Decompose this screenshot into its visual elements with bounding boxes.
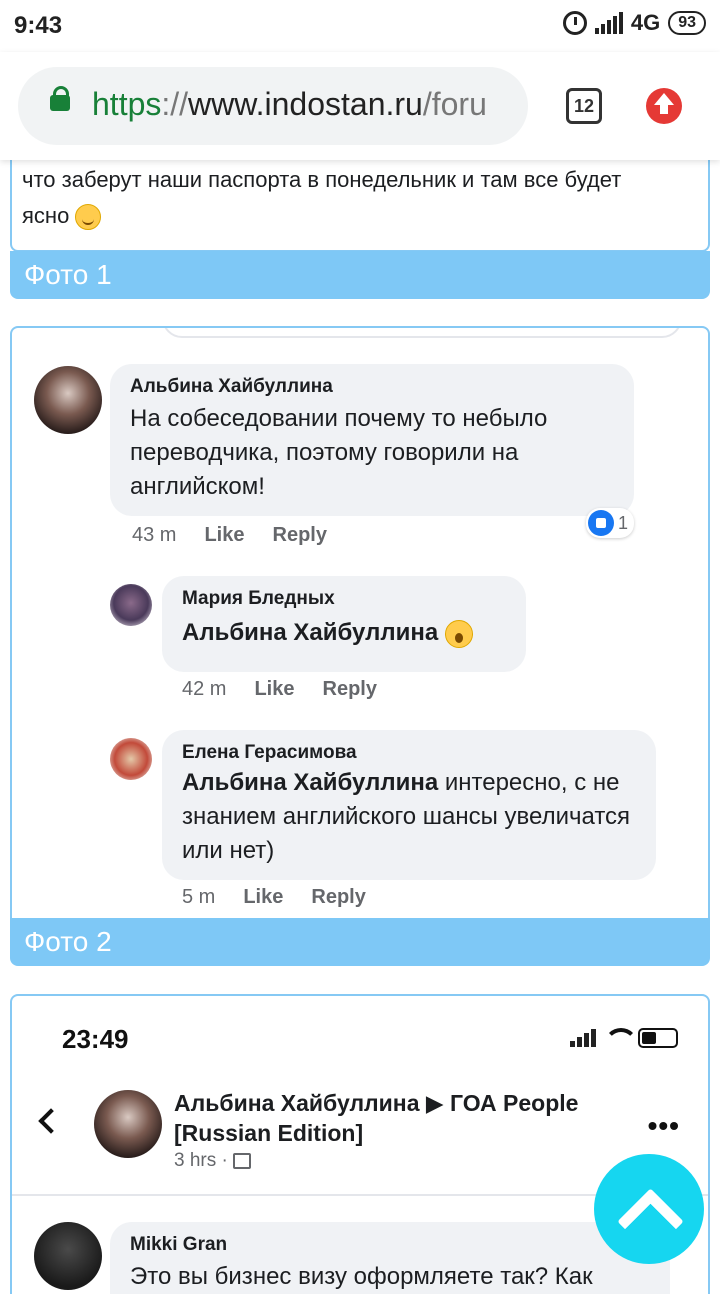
comment-author[interactable]: Мария Бледных — [182, 588, 506, 610]
comment-time: 42 m — [182, 678, 227, 700]
status-icons: 4G 93 — [562, 10, 706, 36]
lock-icon — [50, 86, 70, 111]
comment-author[interactable]: Альбина Хайбуллина — [130, 376, 614, 398]
photo-caption-1: Фото 1 — [10, 251, 710, 299]
clock: 9:43 — [14, 12, 63, 39]
avatar[interactable] — [110, 584, 152, 626]
post-author[interactable]: Альбина Хайбуллина ▶ ГОА People [Russian… — [174, 1088, 624, 1148]
group-icon — [233, 1152, 252, 1169]
tab-switcher-button[interactable]: 12 — [566, 88, 602, 124]
wow-emoji-icon — [444, 619, 473, 648]
battery-icon: 93 — [668, 11, 706, 35]
comment-bubble: Мария Бледных Альбина Хайбуллина — [162, 576, 526, 672]
comment-author[interactable]: Елена Герасимова — [182, 742, 636, 764]
comment-actions: 43 m Like Reply — [132, 524, 327, 547]
screenshot-clock: 23:49 — [62, 1024, 129, 1054]
comment-bubble: Елена Герасимова Альбина Хайбуллина инте… — [162, 730, 656, 880]
reply-button[interactable]: Reply — [323, 678, 377, 701]
alarm-icon — [562, 11, 587, 35]
browser-toolbar: https://www.indostan.ru/foru 12 — [0, 52, 720, 160]
avatar[interactable] — [34, 366, 102, 434]
smile-emoji-icon — [75, 204, 102, 231]
status-bar: 9:43 4G 93 — [0, 0, 720, 52]
reaction-count[interactable]: 1 — [586, 508, 635, 538]
comment-text: На собеседовании почему то небыло перево… — [130, 405, 548, 500]
comment-bubble: Альбина Хайбуллина На собеседовании поче… — [110, 364, 634, 516]
photo-2-panel: 23:49 Альбина Хайбуллина ▶ ГОА People [R… — [10, 994, 710, 1294]
network-type: 4G — [630, 10, 661, 35]
comment-time: 5 m — [182, 886, 216, 908]
reply-button[interactable]: Reply — [273, 524, 327, 547]
comment-author[interactable]: Mikki Gran — [130, 1234, 650, 1256]
comment-time: 43 m — [132, 524, 177, 546]
signal-icon — [594, 12, 623, 34]
mention-link[interactable]: Альбина Хайбуллина — [182, 769, 438, 796]
battery-icon — [638, 1028, 678, 1048]
mention-link[interactable]: Альбина Хайбуллина — [182, 619, 438, 646]
comment-text: Это вы бизнес визу оформляете так? Как — [130, 1263, 593, 1290]
signal-icon — [570, 1029, 596, 1047]
previous-bubble-edge — [162, 328, 682, 338]
post-time: 3 hrs · — [174, 1150, 252, 1172]
comment-text: Альбина Хайбуллина — [182, 616, 506, 650]
reply-button[interactable]: Reply — [311, 886, 365, 909]
comment-bubble: Mikki Gran Это вы бизнес визу оформляете… — [110, 1222, 670, 1294]
avatar[interactable] — [110, 738, 152, 780]
like-button[interactable]: Like — [243, 886, 283, 909]
upload-icon[interactable] — [646, 88, 682, 124]
like-button[interactable]: Like — [204, 524, 244, 547]
more-options-icon[interactable]: ••• — [648, 1110, 680, 1142]
wifi-icon — [604, 1028, 638, 1048]
address-bar[interactable]: https://www.indostan.ru/foru — [18, 67, 528, 145]
avatar[interactable] — [94, 1090, 162, 1158]
comment-text: Альбина Хайбуллина интересно, с не знани… — [182, 769, 631, 864]
like-button[interactable]: Like — [254, 678, 294, 701]
post-intro-text: что заберут наши паспорта в понедельник … — [22, 162, 662, 234]
url-text[interactable]: https://www.indostan.ru/foru — [92, 86, 487, 123]
like-reaction-icon — [588, 510, 614, 536]
comment-actions: 42 m Like Reply — [182, 678, 377, 701]
back-icon[interactable] — [38, 1108, 64, 1134]
photo-1-panel: Альбина Хайбуллина На собеседовании поче… — [10, 326, 710, 918]
photo-caption-2: Фото 2 — [10, 918, 710, 966]
screenshot-status-icons — [570, 1028, 678, 1048]
comment-actions: 5 m Like Reply — [182, 886, 366, 909]
scroll-to-top-button[interactable] — [594, 1154, 704, 1264]
